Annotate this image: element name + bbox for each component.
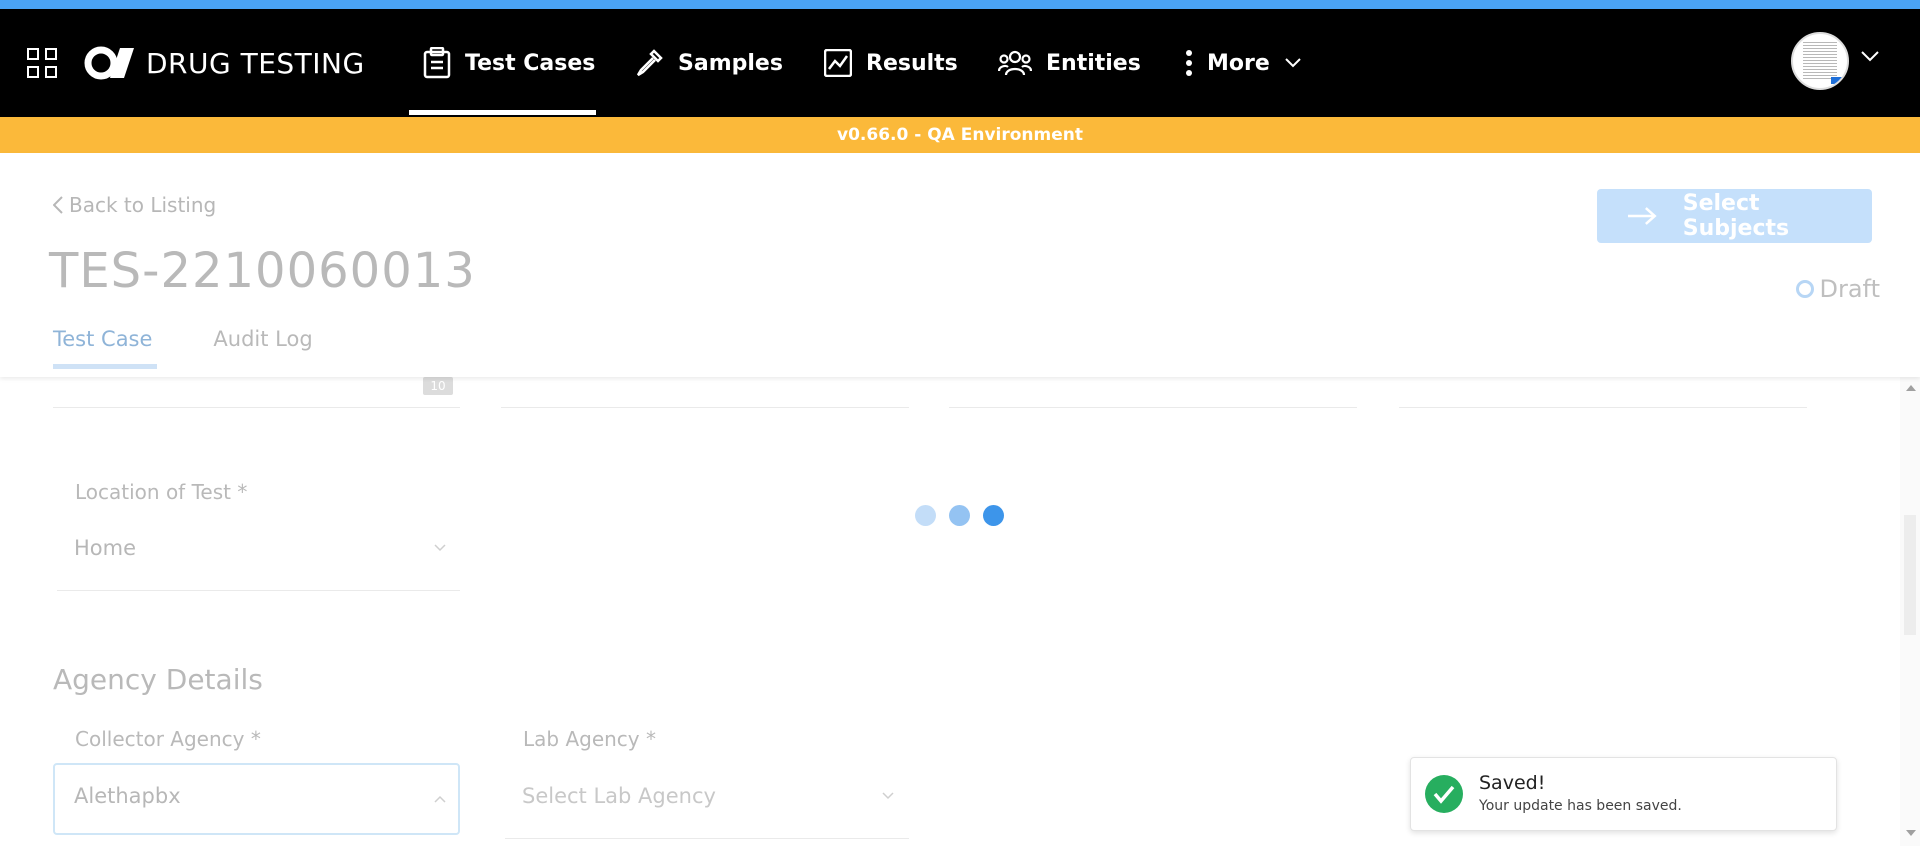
chevron-left-icon [53, 196, 63, 214]
header-tabs: Test Case Audit Log [53, 327, 374, 369]
top-navigation-bar: DRUG TESTING Test Cases Samples Results … [0, 9, 1920, 117]
agency-details-heading: Agency Details [53, 663, 263, 696]
location-chevron-down-icon[interactable] [434, 544, 446, 552]
nav-more-label: More [1207, 50, 1270, 76]
nav-results[interactable]: Results [824, 35, 958, 91]
tab-audit-log[interactable]: Audit Log [213, 327, 312, 363]
status-dot-icon [1795, 280, 1814, 298]
environment-banner: v0.66.0 - QA Environment [0, 117, 1920, 153]
pipette-icon [636, 49, 663, 77]
lab-agency-underline [505, 838, 909, 839]
location-select-value[interactable]: Home [74, 536, 136, 560]
loading-spinner [915, 505, 1017, 526]
select-subjects-label: Select Subjects [1682, 191, 1790, 241]
scroll-down-arrow-icon[interactable] [1906, 830, 1916, 836]
page-header: Back to Listing TES-2210060013 Test Case… [0, 153, 1920, 377]
collector-agency-label: Collector Agency * [75, 727, 261, 751]
partial-field-2[interactable] [501, 377, 909, 408]
status-label: Draft [1819, 275, 1881, 303]
scroll-up-arrow-icon[interactable] [1906, 385, 1916, 391]
lab-agency-label: Lab Agency * [523, 727, 656, 751]
toast-message: Your update has been saved. [1479, 798, 1682, 814]
nav-results-label: Results [866, 50, 958, 76]
user-avatar[interactable] [1791, 32, 1849, 90]
loading-dot-1 [915, 505, 936, 526]
lab-chevron-down-icon[interactable] [882, 792, 894, 800]
nav-test-cases-label: Test Cases [465, 50, 596, 76]
location-field-underline [57, 590, 460, 591]
lab-agency-placeholder[interactable]: Select Lab Agency [522, 784, 716, 808]
clipboard-icon [423, 47, 451, 79]
account-menu-chevron-icon[interactable] [1860, 49, 1880, 63]
toast-title: Saved! [1479, 772, 1546, 794]
nav-samples[interactable]: Samples [634, 35, 783, 91]
partial-field-3[interactable] [949, 377, 1357, 408]
back-link-label: Back to Listing [69, 193, 217, 217]
saved-toast-notification: Saved! Your update has been saved. [1410, 757, 1837, 831]
calendar-icon[interactable]: 10 [423, 377, 453, 395]
chart-icon [824, 49, 852, 77]
arrow-right-icon [1627, 207, 1657, 225]
collector-agency-value: Alethapbx [74, 784, 181, 808]
check-circle-icon [1425, 775, 1463, 813]
date-range-field[interactable] [53, 377, 460, 408]
more-vertical-icon [1186, 50, 1192, 76]
location-label: Location of Test * [75, 480, 248, 504]
active-nav-indicator [409, 110, 596, 115]
scrollbar-thumb[interactable] [1904, 515, 1916, 635]
loading-dot-2 [949, 505, 970, 526]
tab-test-case[interactable]: Test Case [53, 327, 158, 369]
loading-dot-3 [983, 505, 1004, 526]
apps-grid-icon[interactable] [27, 48, 57, 78]
nav-test-cases[interactable]: Test Cases [423, 35, 595, 91]
nav-entities-label: Entities [1046, 50, 1141, 76]
select-subjects-button[interactable]: Select Subjects [1597, 189, 1872, 243]
back-to-listing-link[interactable]: Back to Listing [53, 193, 216, 217]
app-name: DRUG TESTING [146, 46, 365, 80]
nav-samples-label: Samples [678, 50, 783, 76]
app-logo[interactable]: DRUG TESTING [84, 45, 365, 81]
chevron-down-icon [1285, 58, 1301, 68]
nav-entities[interactable]: Entities [998, 35, 1141, 91]
collector-chevron-up-icon[interactable] [434, 795, 446, 803]
page-title: TES-2210060013 [49, 243, 476, 299]
partial-field-4[interactable] [1399, 377, 1807, 408]
top-accent-strip [0, 0, 1920, 9]
status-badge: Draft [1795, 275, 1881, 303]
nav-more[interactable]: More [1185, 35, 1302, 91]
logo-mark-icon [84, 46, 134, 80]
people-icon [998, 50, 1032, 76]
